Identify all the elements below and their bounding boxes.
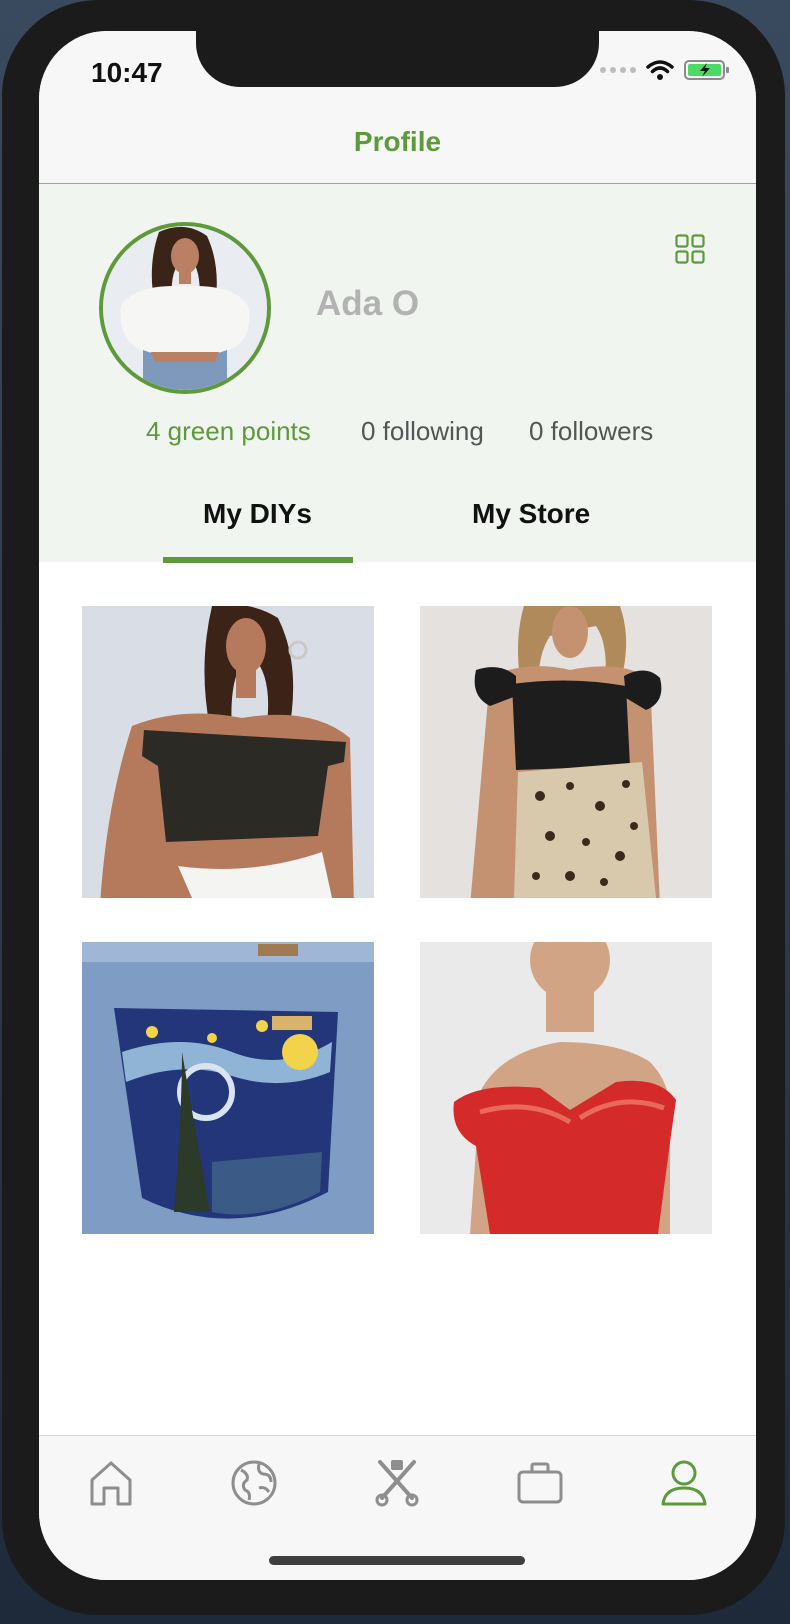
home-indicator[interactable]	[269, 1556, 525, 1565]
gallery-item-off-shoulder-black-top[interactable]	[82, 606, 374, 898]
briefcase-icon[interactable]	[515, 1458, 565, 1508]
app-screen: Profile 10:47 Ada O 4 green points 0 fol…	[39, 31, 756, 1580]
scissors-icon[interactable]	[372, 1458, 422, 1508]
profile-panel: Ada O 4 green points 0 following 0 follo…	[39, 184, 756, 563]
gallery-item-black-top-leopard-skirt[interactable]	[420, 606, 712, 898]
signal-icon	[600, 67, 636, 73]
product-photo	[82, 942, 374, 1234]
green-points-count[interactable]: 4 green points	[146, 416, 311, 447]
tab-my-store[interactable]: My Store	[472, 498, 590, 530]
grid-view-icon[interactable]	[675, 234, 705, 264]
home-icon[interactable]	[86, 1458, 136, 1508]
gallery-item-starry-night-jeans-pocket[interactable]	[82, 942, 374, 1234]
gallery-item-red-satin-off-shoulder-top[interactable]	[420, 942, 712, 1234]
product-photo	[82, 606, 374, 898]
wifi-icon	[646, 60, 674, 80]
phone-frame: Profile 10:47 Ada O 4 green points 0 fol…	[2, 0, 785, 1615]
device-notch	[196, 31, 599, 87]
following-count[interactable]: 0 following	[361, 416, 484, 447]
avatar-photo	[103, 226, 267, 390]
profile-name: Ada O	[316, 284, 420, 323]
status-icons	[600, 59, 730, 81]
status-time: 10:47	[91, 57, 163, 88]
page-title: Profile	[353, 126, 442, 157]
person-icon[interactable]	[659, 1458, 709, 1508]
active-tab-indicator	[163, 557, 353, 563]
product-photo	[420, 942, 712, 1234]
followers-count[interactable]: 0 followers	[529, 416, 653, 447]
tab-my-diys[interactable]: My DIYs	[203, 498, 312, 530]
globe-icon[interactable]	[229, 1458, 279, 1508]
avatar[interactable]	[99, 222, 271, 394]
battery-charging-icon	[684, 60, 729, 80]
product-photo	[420, 606, 712, 898]
